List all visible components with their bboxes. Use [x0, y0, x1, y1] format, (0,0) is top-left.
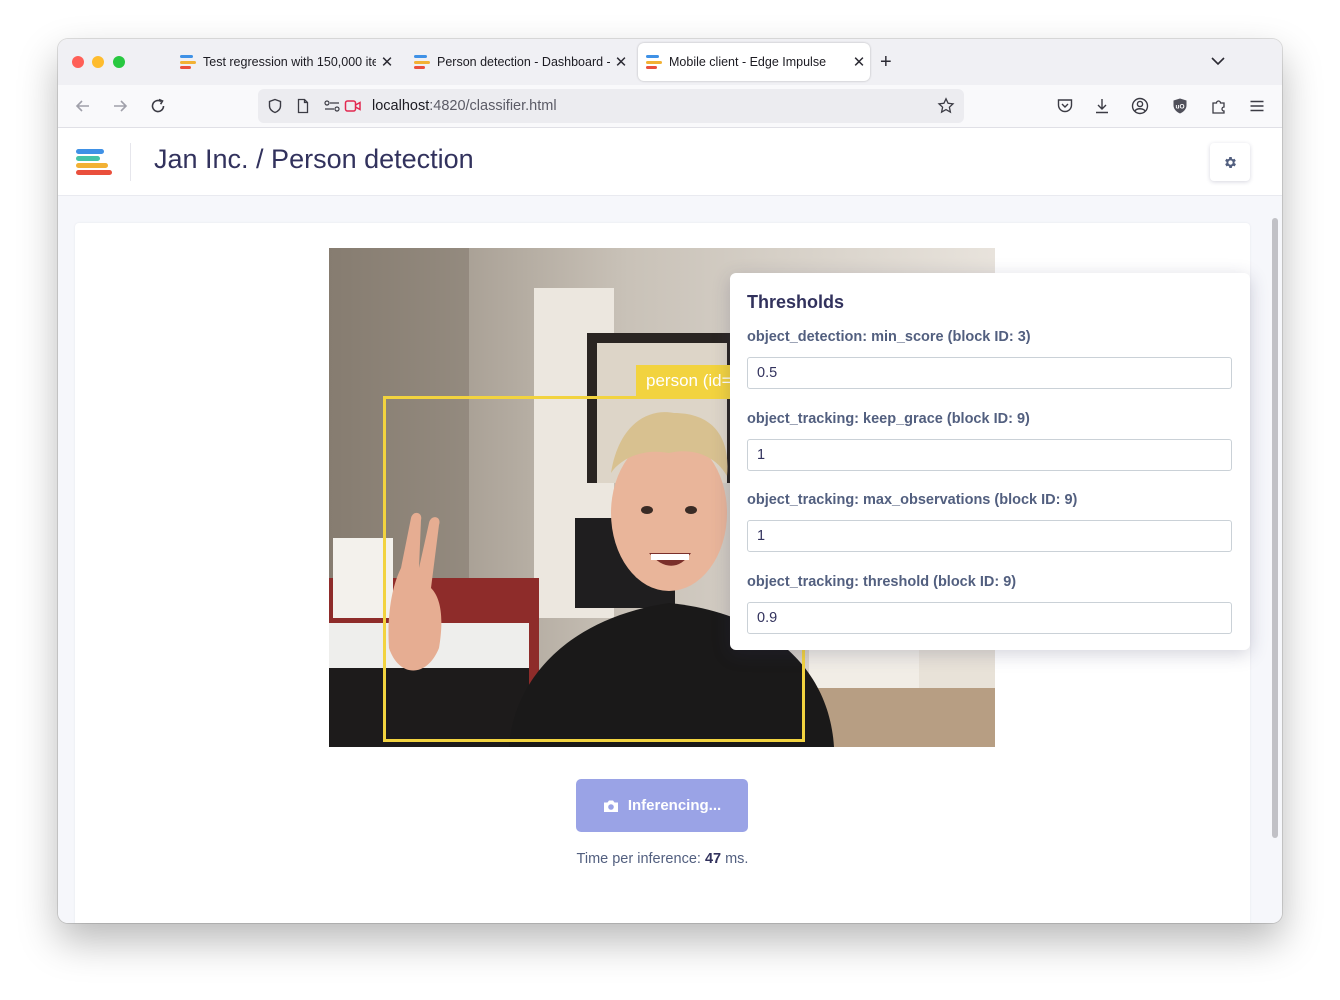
gear-icon	[1224, 156, 1236, 168]
tab-strip: Test regression with 150,000 ite ✕ Perso…	[58, 39, 1282, 85]
page-title: Jan Inc. / Person detection	[154, 144, 474, 174]
browser-window: Test regression with 150,000 ite ✕ Perso…	[58, 39, 1282, 923]
inference-time: Time per inference: 47 ms.	[75, 851, 1250, 867]
max-observations-label: object_tracking: max_observations (block…	[747, 492, 1078, 508]
thresholds-title: Thresholds	[747, 292, 845, 312]
thresholds-popover: Thresholds object_detection: min_score (…	[730, 273, 1250, 650]
reload-icon[interactable]	[147, 95, 169, 117]
tracking-threshold-input[interactable]	[747, 602, 1232, 634]
edge-impulse-logo-icon[interactable]	[76, 149, 112, 175]
camera-in-use-icon[interactable]	[344, 97, 362, 115]
extensions-puzzle-icon[interactable]	[1208, 95, 1230, 117]
pocket-icon[interactable]	[1054, 95, 1076, 117]
tracking-threshold-label: object_tracking: threshold (block ID: 9)	[747, 574, 1017, 590]
settings-button[interactable]	[1210, 143, 1250, 181]
navigation-toolbar: localhost:4820/classifier.html uO	[58, 85, 1282, 128]
header-divider	[130, 143, 131, 181]
inference-time-prefix: Time per inference:	[576, 851, 705, 867]
tab-label: Person detection - Dashboard -	[437, 55, 610, 69]
min-score-input[interactable]	[747, 357, 1232, 389]
back-arrow-icon[interactable]	[72, 95, 94, 117]
detection-label: person (id=	[636, 365, 742, 397]
account-icon[interactable]	[1129, 95, 1151, 117]
hamburger-menu-icon[interactable]	[1246, 95, 1268, 117]
permissions-icon[interactable]	[323, 97, 341, 115]
page-content: Jan Inc. / Person detection person (id= …	[58, 128, 1282, 923]
app-header: Jan Inc. / Person detection	[58, 128, 1282, 196]
keep-grace-label: object_tracking: keep_grace (block ID: 9…	[747, 411, 1030, 427]
inference-time-value: 47	[704, 851, 722, 867]
minimize-window-button[interactable]	[92, 56, 104, 68]
keep-grace-input[interactable]	[747, 439, 1232, 471]
shield-icon[interactable]	[266, 97, 284, 115]
tab-close-icon[interactable]: ✕	[610, 53, 632, 71]
edge-impulse-favicon-icon	[414, 55, 430, 69]
max-observations-input[interactable]	[747, 520, 1232, 552]
inferencing-button[interactable]: Inferencing...	[576, 779, 748, 832]
address-bar[interactable]: localhost:4820/classifier.html	[258, 89, 964, 123]
edge-impulse-favicon-icon	[646, 55, 662, 69]
svg-text:uO: uO	[1175, 104, 1184, 111]
tab-label: Test regression with 150,000 ite	[203, 55, 376, 69]
camera-icon	[603, 800, 618, 812]
page-icon[interactable]	[294, 97, 312, 115]
tab-person-detection[interactable]: Person detection - Dashboard - ✕	[406, 43, 632, 81]
min-score-label: object_detection: min_score (block ID: 3…	[747, 329, 1031, 345]
tab-label: Mobile client - Edge Impulse	[669, 55, 827, 69]
page-scrollbar[interactable]	[1272, 218, 1278, 838]
new-tab-button[interactable]: +	[880, 51, 892, 73]
chevron-down-icon[interactable]	[1210, 53, 1226, 69]
maximize-window-button[interactable]	[113, 56, 125, 68]
inferencing-button-label: Inferencing...	[627, 797, 722, 814]
url-text[interactable]: localhost:4820/classifier.html	[372, 98, 557, 114]
bookmark-star-icon[interactable]	[937, 97, 955, 115]
url-host: localhost	[372, 98, 430, 114]
close-window-button[interactable]	[72, 56, 84, 68]
inference-time-suffix: ms.	[721, 851, 749, 867]
tab-test-regression[interactable]: Test regression with 150,000 ite ✕	[172, 43, 398, 81]
ublock-shield-icon[interactable]: uO	[1169, 95, 1191, 117]
tab-close-icon[interactable]: ✕	[376, 53, 398, 71]
tab-close-icon[interactable]: ✕	[848, 53, 870, 71]
tab-mobile-client[interactable]: Mobile client - Edge Impulse ✕	[638, 43, 870, 81]
forward-arrow-icon[interactable]	[109, 95, 131, 117]
url-path: :4820/classifier.html	[429, 98, 557, 114]
edge-impulse-favicon-icon	[180, 55, 196, 69]
download-icon[interactable]	[1091, 95, 1113, 117]
